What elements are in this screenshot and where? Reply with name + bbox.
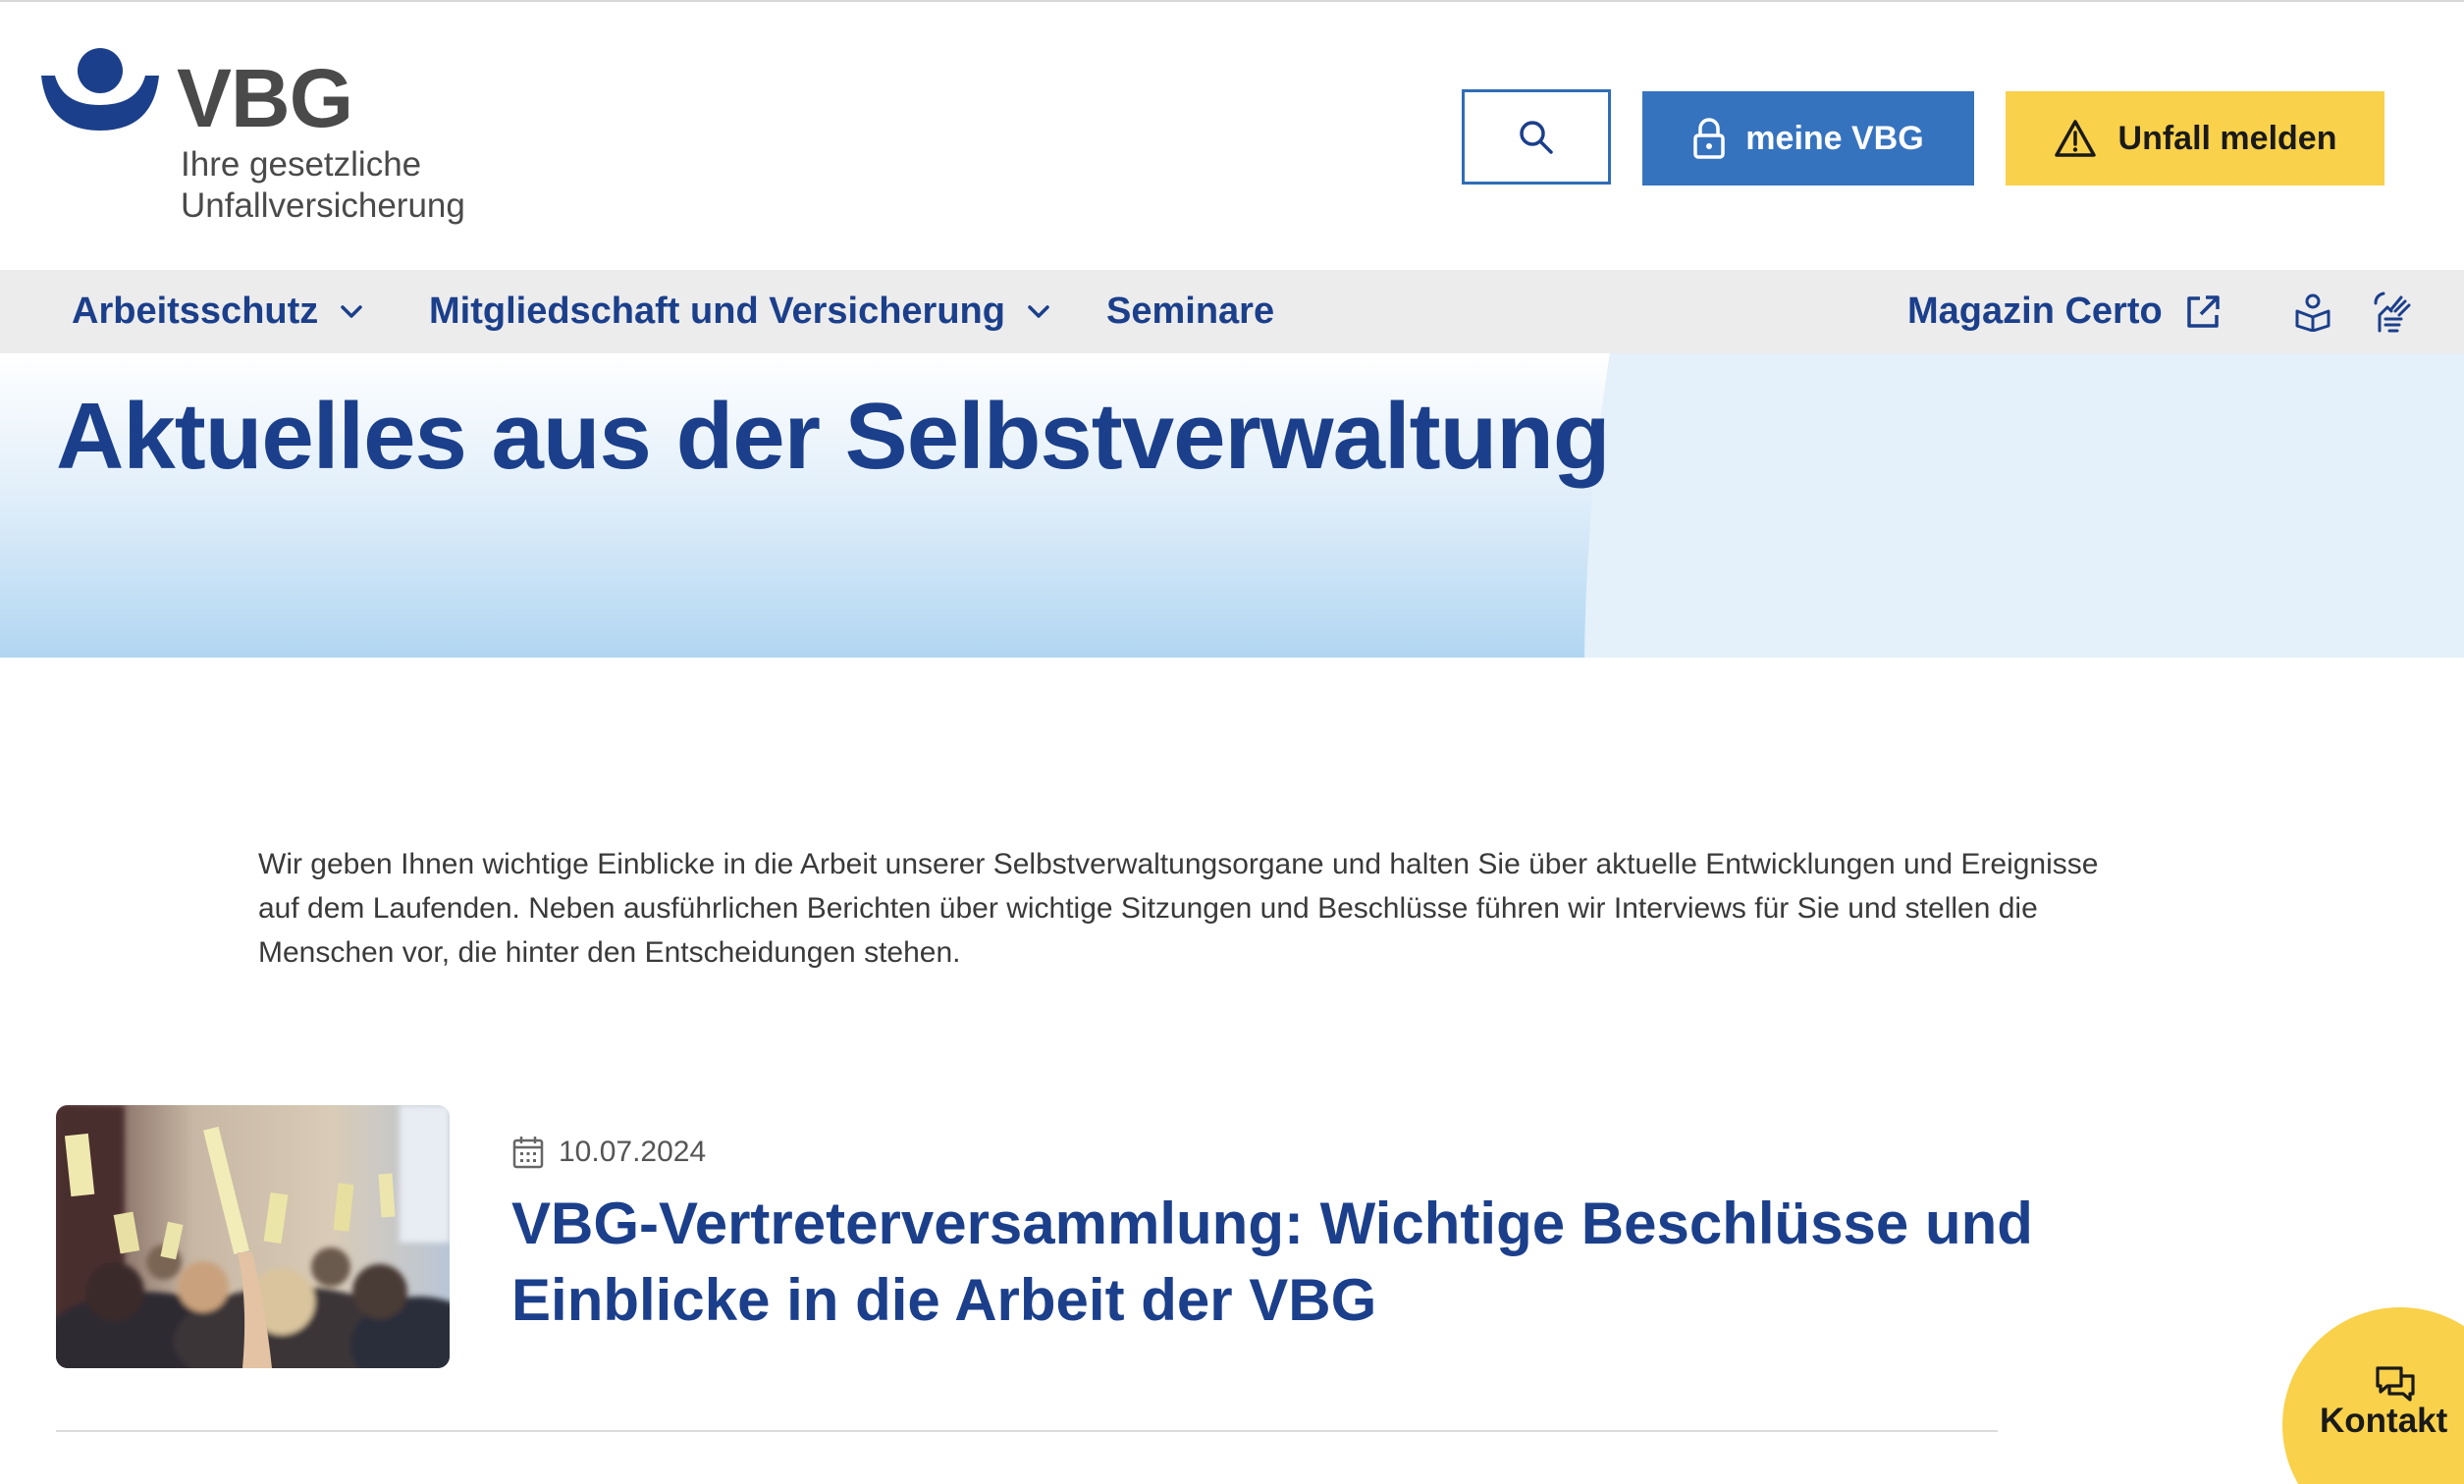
search-button[interactable] <box>1462 89 1611 185</box>
article-title-line: Einblicke in die Arbeit der VBG <box>511 1267 1377 1333</box>
chevron-down-icon <box>341 304 363 318</box>
main-navigation: Arbeitsschutz Mitgliedschaft und Versich… <box>0 270 2464 353</box>
logo-tagline-line1: Ihre gesetzliche <box>181 145 422 184</box>
nav-item-label: Magazin Certo <box>1907 291 2163 332</box>
sign-language-button[interactable] <box>2367 287 2418 338</box>
unfall-melden-label: Unfall melden <box>2117 119 2337 157</box>
search-icon <box>1520 120 1553 154</box>
calendar-icon <box>512 1137 544 1169</box>
easy-language-button[interactable] <box>2287 287 2338 338</box>
chat-icon <box>2376 1366 2415 1402</box>
page-title: Aktuelles aus der Selbstverwaltung <box>56 384 1611 489</box>
nav-item-label: Arbeitsschutz <box>72 291 319 332</box>
article-thumbnail[interactable] <box>56 1105 450 1368</box>
logo-tagline: Ihre gesetzliche Unfallversicherung <box>181 144 534 227</box>
meine-vbg-label: meine VBG <box>1745 119 1924 157</box>
article-date-text: 10.07.2024 <box>559 1136 707 1168</box>
intro-line: Wir geben Ihnen wichtige Einblicke in di… <box>258 848 2099 880</box>
nav-item-arbeitsschutz[interactable]: Arbeitsschutz <box>72 270 363 353</box>
intro-text: Wir geben Ihnen wichtige Einblicke in di… <box>258 842 2222 975</box>
lock-icon <box>1693 118 1726 159</box>
external-link-icon <box>2186 294 2220 328</box>
sign-language-icon <box>2374 292 2411 333</box>
vbg-logo-icon <box>41 48 159 131</box>
warning-icon <box>2054 120 2096 157</box>
hero-banner: Aktuelles aus der Selbstverwaltung <box>0 353 2464 658</box>
site-header: VBG Ihre gesetzliche Unfallversicherung … <box>0 2 2464 270</box>
intro-line: Menschen vor, die hinter den Entscheidun… <box>258 936 961 969</box>
easy-language-icon <box>2295 293 2330 332</box>
article-divider <box>56 1430 1998 1432</box>
article-title-line: VBG-Vertreterversammlung: Wichtige Besch… <box>511 1191 2033 1256</box>
intro-line: auf dem Laufenden. Neben ausführlichen B… <box>258 892 2038 925</box>
nav-item-label: Seminare <box>1106 291 1275 332</box>
kontakt-label: Kontakt <box>2320 1402 2448 1440</box>
voting-assembly-photo <box>56 1105 450 1368</box>
article-date: 10.07.2024 <box>511 1131 706 1174</box>
chevron-down-icon <box>1028 304 1049 318</box>
vbg-logo[interactable]: VBG Ihre gesetzliche Unfallversicherung <box>39 46 491 233</box>
meine-vbg-button[interactable]: meine VBG <box>1642 91 1974 186</box>
nav-item-mitgliedschaft[interactable]: Mitgliedschaft und Versicherung <box>429 270 1050 353</box>
article-title-link[interactable]: VBG-Vertreterversammlung: Wichtige Besch… <box>511 1186 2033 1339</box>
unfall-melden-button[interactable]: Unfall melden <box>2006 91 2384 186</box>
kontakt-button[interactable]: Kontakt <box>2282 1307 2464 1484</box>
nav-item-label: Mitgliedschaft und Versicherung <box>429 291 1005 332</box>
nav-item-magazin-certo[interactable]: Magazin Certo <box>1907 270 2222 353</box>
logo-tagline-line2: Unfallversicherung <box>181 186 465 225</box>
nav-item-seminare[interactable]: Seminare <box>1106 270 1274 353</box>
logo-wordmark: VBG <box>177 52 353 144</box>
